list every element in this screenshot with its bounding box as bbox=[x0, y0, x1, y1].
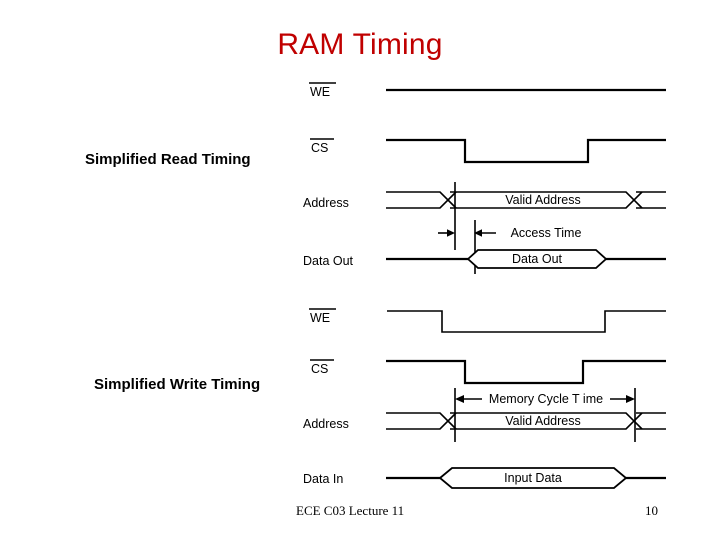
write-data-in-label: Data In bbox=[303, 472, 343, 486]
write-cs-label: CS bbox=[311, 362, 328, 376]
read-data-out-label: Data Out bbox=[303, 254, 354, 268]
write-we-label: WE bbox=[310, 311, 330, 325]
page-title: RAM Timing bbox=[277, 28, 443, 61]
write-signal-we: WE bbox=[309, 308, 666, 333]
read-address-valid-text: Valid Address bbox=[505, 193, 581, 207]
access-time-left-arrowhead bbox=[447, 229, 455, 237]
read-signal-address: Address Valid Address bbox=[303, 182, 666, 250]
read-signal-we: WE bbox=[309, 82, 666, 99]
access-time-label: Access Time bbox=[511, 226, 582, 240]
memory-cycle-left-arrowhead bbox=[455, 395, 464, 403]
read-cs-label: CS bbox=[311, 141, 328, 155]
read-signal-data-out: Data Out Data Out bbox=[303, 249, 666, 269]
write-address-left-bottom bbox=[386, 412, 457, 430]
memory-cycle-right-arrowhead bbox=[626, 395, 635, 403]
timing-diagram: .wf { fill: none; stroke: #000; stroke-w… bbox=[290, 70, 670, 495]
read-cs-waveform bbox=[386, 138, 666, 164]
slide-canvas: RAM Timing Simplified Read Timing Simpli… bbox=[0, 0, 720, 540]
write-cs-waveform bbox=[386, 359, 666, 385]
write-signal-data-in: Data In Input Data bbox=[303, 467, 666, 489]
footer-page-number: 10 bbox=[645, 503, 658, 518]
write-address-label: Address bbox=[303, 417, 349, 431]
footer-lecture-text: ECE C03 Lecture 11 bbox=[296, 503, 405, 518]
write-data-in-text: Input Data bbox=[504, 471, 562, 485]
section-label-write-timing: Simplified Write Timing bbox=[94, 376, 261, 393]
timing-diagram-svg: .wf { fill: none; stroke: #000; stroke-w… bbox=[303, 82, 666, 489]
read-address-left-bottom bbox=[386, 191, 457, 209]
section-label-read-timing: Simplified Read Timing bbox=[85, 151, 251, 168]
read-address-label: Address bbox=[303, 196, 349, 210]
write-we-waveform bbox=[387, 310, 666, 333]
write-signal-address: Address Valid Address bbox=[303, 412, 666, 431]
memory-cycle-label: Memory Cycle T ime bbox=[489, 392, 603, 406]
write-address-left-top bbox=[386, 412, 457, 430]
read-data-out-text: Data Out bbox=[512, 252, 563, 266]
read-signal-cs: CS bbox=[310, 138, 666, 164]
read-we-label: WE bbox=[310, 85, 330, 99]
write-address-valid-text: Valid Address bbox=[505, 414, 581, 428]
read-address-left-top bbox=[386, 191, 457, 209]
write-signal-cs: CS bbox=[310, 359, 666, 385]
